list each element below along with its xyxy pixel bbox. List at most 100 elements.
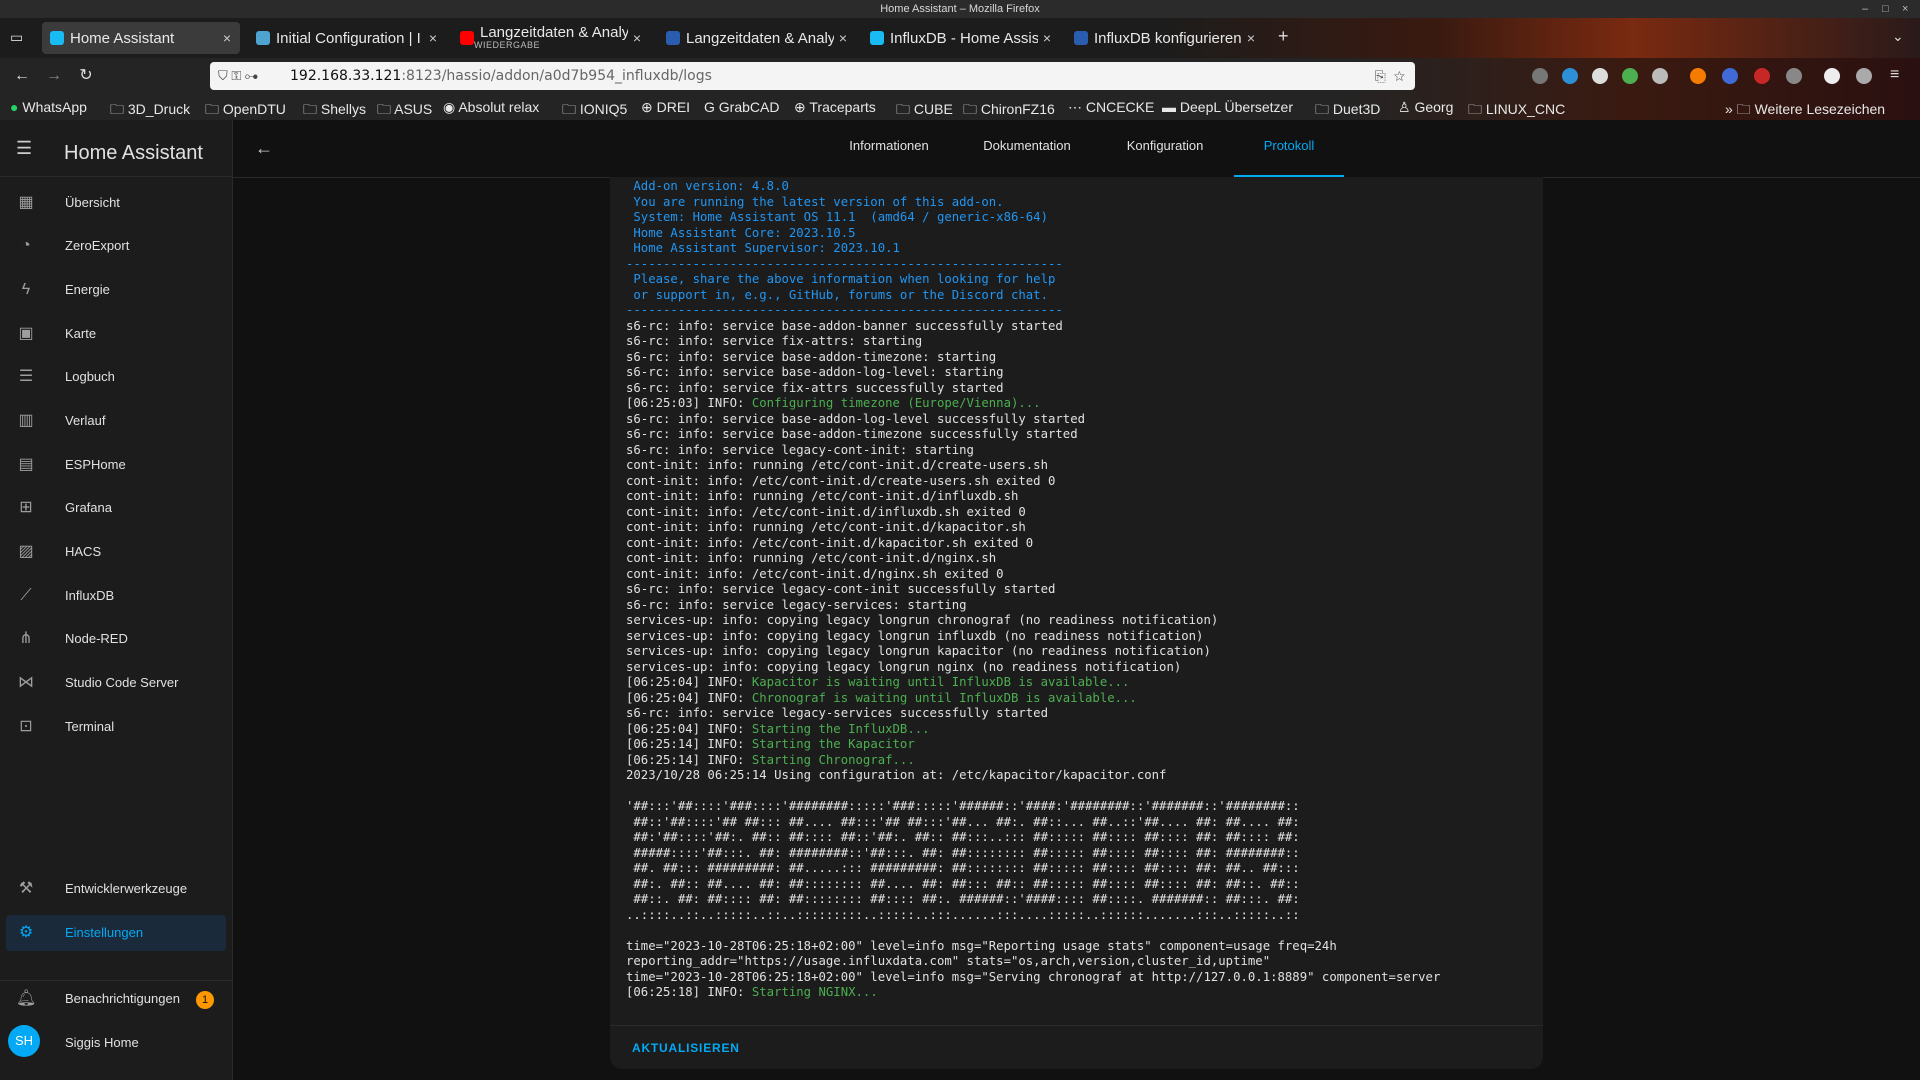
close-window-icon[interactable]: × <box>1902 0 1908 18</box>
bookmark-folder[interactable]: 🗀 Duet3D <box>1315 99 1380 120</box>
browser-tab[interactable]: Initial Configuration | I × <box>248 22 446 54</box>
translate-extension-icon[interactable] <box>1722 68 1738 84</box>
log-line: cont-init: info: /etc/cont-init.d/kapaci… <box>626 535 1034 550</box>
tab-overview-icon[interactable]: ▭ <box>10 29 23 46</box>
window-titlebar: Home Assistant – Mozilla Firefox – □ × <box>0 0 1920 18</box>
bookmark-item[interactable]: ⋯ CNCECKE <box>1068 99 1154 116</box>
extension-icon[interactable] <box>1622 68 1638 84</box>
sidebar-item-grafana[interactable]: ⊞ Grafana <box>6 490 226 526</box>
tab-close-icon[interactable]: × <box>218 30 236 46</box>
extension-icon[interactable] <box>1690 68 1706 84</box>
youtube-favicon-icon <box>460 31 474 45</box>
sidebar-item-energie[interactable]: ϟ Energie <box>6 272 226 308</box>
log-line: [06:25:04] INFO: Kapacitor is waiting un… <box>626 675 1130 689</box>
sidebar-item-uebersicht[interactable]: ▦ Übersicht <box>6 185 226 221</box>
bookmark-folder[interactable]: » 🗀 Weitere Lesezeichen <box>1725 99 1885 120</box>
tab-informationen[interactable]: Informationen <box>825 120 953 177</box>
bookmark-item[interactable]: ● WhatsApp <box>10 99 87 115</box>
sidebar-item-karte[interactable]: ▣ Karte <box>6 316 226 352</box>
bookmark-folder[interactable]: 🗀 ASUS <box>377 99 432 120</box>
menu-toggle-icon[interactable]: ☰ <box>16 138 32 159</box>
extension-icon[interactable] <box>1652 68 1668 84</box>
tab-list-chevron-down-icon[interactable]: ⌄ <box>1892 28 1904 45</box>
bookmark-folder[interactable]: 🗀 Shellys <box>303 99 366 120</box>
extension-icon[interactable] <box>1786 68 1802 84</box>
extensions-puzzle-icon[interactable] <box>1856 68 1872 84</box>
sidebar-item-logbuch[interactable]: ☰ Logbuch <box>6 359 226 395</box>
bookmark-item[interactable]: ♙ Georg <box>1398 99 1453 116</box>
sidebar-item-einstellungen[interactable]: ⚙ Einstellungen <box>6 915 226 951</box>
sidebar-item-benachrichtigungen[interactable]: 🔔︎ Benachrichtigungen 1 <box>6 981 226 1017</box>
bookmark-star-icon[interactable]: ⎘ ☆ <box>1375 62 1405 90</box>
log-line: cont-init: info: /etc/cont-init.d/influx… <box>626 504 1026 519</box>
bell-icon: 🔔︎ <box>16 990 37 1007</box>
log-line: [06:25:14] INFO: Starting the Kapacitor <box>626 737 915 751</box>
browser-tab[interactable]: Home Assistant × <box>42 22 240 54</box>
adblock-extension-icon[interactable] <box>1754 68 1770 84</box>
maximize-icon[interactable]: □ <box>1882 0 1889 18</box>
dashboard-icon: ▦ <box>18 194 34 211</box>
browser-tab[interactable]: InfluxDB konfigurieren × <box>1066 22 1264 54</box>
bookmark-folder[interactable]: 🗀 IONIQ5 <box>562 99 627 120</box>
shield-lock-icon: ⛉ ⚿ ⊶ <box>218 68 258 83</box>
minimize-icon[interactable]: – <box>1862 0 1868 18</box>
terminal-icon: ⊡ <box>19 718 33 735</box>
browser-tab[interactable]: Langzeitdaten & Analy × <box>658 22 856 54</box>
sidebar-item-studio-code-server[interactable]: ⋈ Studio Code Server <box>6 665 226 701</box>
bookmark-item[interactable]: G GrabCAD <box>704 99 779 115</box>
sidebar-item-terminal[interactable]: ⊡ Terminal <box>6 709 226 745</box>
menu-hamburger-icon[interactable]: ≡ <box>1890 66 1899 84</box>
sidebar-item-user[interactable]: SH Siggis Home <box>6 1025 226 1061</box>
sidebar-item-node-red[interactable]: ⋔ Node-RED <box>6 621 226 657</box>
tab-close-icon[interactable]: × <box>1038 30 1056 46</box>
refresh-button[interactable]: AKTUALISIEREN <box>632 1041 740 1055</box>
sidebar-item-entwicklerwerkzeuge[interactable]: ⚒ Entwicklerwerkzeuge <box>6 871 226 907</box>
bookmark-folder[interactable]: 🗀 3D_Druck <box>110 99 190 120</box>
log-line: s6-rc: info: service base-addon-log-leve… <box>626 411 1086 426</box>
tab-konfiguration[interactable]: Konfiguration <box>1101 120 1229 177</box>
sidebar-item-influxdb[interactable]: ⟋ InfluxDB <box>6 578 226 614</box>
extension-icon[interactable] <box>1824 68 1840 84</box>
sidebar-item-zeroexport[interactable]: ◔ ZeroExport <box>6 228 226 264</box>
bookmark-folder[interactable]: 🗀 OpenDTU <box>205 99 286 120</box>
tab-close-icon[interactable]: × <box>424 30 442 46</box>
log-line: [06:25:04] INFO: Starting the InfluxDB..… <box>626 721 930 736</box>
tab-close-icon[interactable]: × <box>1242 30 1260 46</box>
pocket-icon[interactable] <box>1532 68 1548 84</box>
back-arrow-icon[interactable]: ← <box>255 138 273 159</box>
sidebar-item-verlauf[interactable]: ▥ Verlauf <box>6 403 226 439</box>
log-line: cont-init: info: running /etc/cont-init.… <box>626 520 1026 534</box>
tab-close-icon[interactable]: × <box>834 30 852 46</box>
new-tab-button[interactable]: + <box>1278 26 1289 47</box>
bookmark-folder[interactable]: 🗀 CUBE <box>896 99 953 120</box>
tab-dokumentation[interactable]: Dokumentation <box>963 120 1091 177</box>
log-line: time="2023-10-28T06:25:18+02:00" level=i… <box>626 938 1337 953</box>
chip-icon: ▤ <box>18 456 34 473</box>
url-text[interactable]: 192.168.33.121:8123/hassio/addon/a0d7b95… <box>290 62 712 90</box>
log-line: cont-init: info: running /etc/cont-init.… <box>626 551 997 565</box>
sidebar-header: ☰ Home Assistant <box>0 120 232 177</box>
bookmark-item[interactable]: ▬ DeepL Übersetzer <box>1162 99 1293 115</box>
url-bar[interactable]: ⛉ ⚿ ⊶ 192.168.33.121:8123/hassio/addon/a… <box>210 62 1415 90</box>
forward-icon[interactable]: → <box>44 66 64 86</box>
sidebar-item-hacs[interactable]: ▨ HACS <box>6 534 226 570</box>
browser-tab[interactable]: Langzeitdaten & Analy WIEDERGABE × <box>452 22 650 54</box>
sidebar-item-esphome[interactable]: ▤ ESPHome <box>6 447 226 483</box>
log-line: cont-init: info: running /etc/cont-init.… <box>626 458 1048 472</box>
download-icon[interactable] <box>1562 68 1578 84</box>
tab-close-icon[interactable]: × <box>628 30 646 46</box>
back-icon[interactable]: ← <box>12 66 32 86</box>
bookmark-folder[interactable]: 🗀 ChironFZ16 <box>963 99 1055 120</box>
bookmark-folder[interactable]: 🗀 LINUX_CNC <box>1468 99 1565 120</box>
bookmark-item[interactable]: ⊕ Traceparts <box>794 99 876 116</box>
log-line: reporting_addr="https://usage.influxdata… <box>626 954 1271 968</box>
extension-icon[interactable] <box>1592 68 1608 84</box>
browser-tab[interactable]: InfluxDB - Home Assis × <box>862 22 1060 54</box>
bookmark-item[interactable]: ⊕ DREI <box>641 99 690 116</box>
reload-icon[interactable]: ↻ <box>76 66 96 86</box>
bookmark-item[interactable]: ◉ Absolut relax <box>443 99 539 116</box>
browser-tab-strip: ▭ Home Assistant × Initial Configuration… <box>0 18 1920 58</box>
tab-protokoll[interactable]: Protokoll <box>1234 120 1344 177</box>
log-line: s6-rc: info: service fix-attrs successfu… <box>626 380 1004 395</box>
